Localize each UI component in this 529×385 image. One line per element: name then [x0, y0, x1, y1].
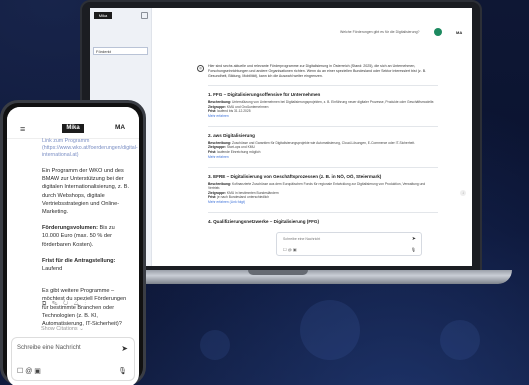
program-link[interactable]: Link zum Programm (https://www.wko.at/fo…: [42, 138, 138, 159]
divider: [208, 166, 438, 168]
input-tools-icons[interactable]: ☐ @ ▣: [283, 247, 297, 252]
user-avatar[interactable]: [434, 28, 442, 36]
phone-screen: ≡ Mika MA Link zum Programm (https://www…: [7, 107, 139, 385]
program-title: 1. FFG – Digitalisierungsoffensive für U…: [208, 92, 321, 97]
detail-value: laufende Einreichung möglich: [217, 149, 261, 154]
program-description: Ein Programm der WKO und des BMAW zur Un…: [42, 168, 130, 216]
show-citations-label: Show Citations: [41, 326, 78, 332]
background-bokeh: [200, 330, 230, 360]
program-detail: Beschreibung: Kofinanzierte Zuschüsse au…: [208, 182, 438, 191]
show-citations-button[interactable]: Show Citations ⌄: [41, 326, 84, 332]
program-list: 1. FFG – Digitalisierungsoffensive für U…: [208, 92, 438, 224]
detail-label: Beschreibung:: [208, 181, 232, 186]
chat-input[interactable]: Schreibe eine Nachricht ➤ ☐ @ ▣ 🎙: [11, 337, 135, 381]
phone-header: ≡ Mika MA: [7, 107, 139, 139]
assistant-message: Hier sind sechs aktuelle und relevante F…: [208, 64, 438, 232]
account-initials[interactable]: MA: [456, 30, 462, 35]
detail-label: Frist:: [208, 195, 217, 200]
microphone-icon[interactable]: 🎙: [411, 247, 416, 252]
input-tools-icons[interactable]: ☐ @ ▣: [17, 367, 41, 375]
deadline-value: Laufend: [42, 266, 63, 273]
detail-label: Zielgruppe:: [208, 190, 226, 195]
chat-input-placeholder: Schreibe eine Nachricht: [283, 237, 321, 241]
microphone-icon[interactable]: 🎙: [118, 367, 127, 375]
program-title: 3. EFRE – Digitalisierung von Geschäftsp…: [208, 173, 382, 179]
detail-value: je nach Bundesland unterschiedlich: [217, 195, 270, 200]
menu-icon[interactable]: ≡: [20, 124, 25, 134]
chat-input-placeholder: Schreibe eine Nachricht: [17, 345, 81, 351]
divider: [208, 125, 438, 127]
divider: [208, 211, 438, 213]
detail-value: Kofinanzierte Zuschüsse aus dem Europäis…: [208, 181, 426, 191]
user-question: Welche Förderungen gibt es für die Digit…: [340, 30, 420, 34]
detail-value: laufend bis 31.12.2025: [217, 109, 251, 114]
send-icon[interactable]: ➤: [412, 236, 416, 242]
detail-label: Frist:: [208, 149, 217, 154]
app-logo[interactable]: Mika: [62, 124, 84, 133]
divider: [208, 85, 438, 86]
program-section: 2. aws Digitalisierung Beschreibung: Zusc…: [208, 133, 438, 159]
funding-volume: Förderungsvolumen: Bis zu 10.000 Euro (m…: [42, 224, 130, 249]
phone-frame: ≡ Mika MA Link zum Programm (https://www…: [0, 100, 146, 385]
program-section: 3. EFRE – Digitalisierung von Geschäftsp…: [208, 174, 438, 204]
detail-value: Start-ups und KMU: [226, 145, 255, 150]
detail-label: Frist:: [208, 109, 217, 114]
send-icon[interactable]: ➤: [121, 344, 128, 353]
detail-value: Zuschüsse und Garantien für Digitalisier…: [232, 140, 416, 145]
detail-label: Beschreibung:: [208, 100, 232, 104]
bot-icon: ◎: [197, 65, 204, 72]
chat-input[interactable]: Schreibe eine Nachricht ➤ ☐ @ ▣ 🎙: [276, 232, 422, 256]
laptop-screen: Mika Förderkt Welche Förderungen gibt es…: [90, 8, 472, 266]
application-deadline: Frist für die Antragstellung: Laufend: [42, 257, 130, 273]
background-bokeh: [300, 300, 360, 360]
sidebar-item-chat[interactable]: Förderkt: [93, 47, 148, 55]
deadline-label: Frist für die Antragstellung:: [42, 257, 116, 264]
more-info-link[interactable]: Mehr erfahren: [208, 155, 438, 159]
background-bokeh: [440, 320, 480, 360]
program-section: 1. FFG – Digitalisierungsoffensive für U…: [208, 92, 438, 118]
scroll-down-icon[interactable]: ↓: [460, 190, 466, 196]
detail-value: Unterstützung von Unternehmen bei Digita…: [232, 100, 435, 104]
laptop-notch: [248, 270, 308, 275]
detail-value: KMU in bestimmten Bundesländern: [226, 190, 279, 195]
sidebar-collapse-icon[interactable]: [141, 12, 148, 19]
message-actions[interactable]: ⧉ ✎ ↻ △ ⋮: [42, 301, 88, 308]
app-logo[interactable]: Mika: [94, 12, 112, 19]
more-info-link[interactable]: Mehr erfahren: [208, 114, 438, 118]
message-intro: Hier sind sechs aktuelle und relevante F…: [208, 64, 427, 78]
detail-label: Zielgruppe:: [208, 145, 226, 150]
program-section: 4. Qualifizierungsnetzwerke – Digitalisi…: [208, 219, 438, 224]
detail-value: KMU und Großunternehmen: [226, 104, 269, 109]
detail-label: Beschreibung:: [208, 140, 232, 145]
program-title: 2. aws Digitalisierung: [208, 132, 255, 138]
account-initials[interactable]: MA: [115, 124, 125, 131]
more-info-link[interactable]: Mehr erfahren (Link folgt): [208, 200, 438, 204]
detail-label: Zielgruppe:: [208, 104, 226, 109]
funding-label: Förderungsvolumen:: [42, 225, 98, 232]
program-title: 4. Qualifizierungsnetzwerke – Digitalisi…: [208, 218, 320, 224]
